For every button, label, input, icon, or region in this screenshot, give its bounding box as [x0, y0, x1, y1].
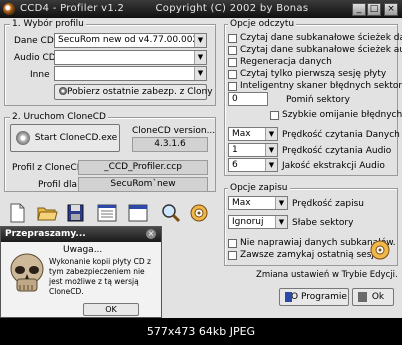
checkbox-read-audio-subchannel[interactable] [228, 46, 237, 55]
read-data-speed-label: Prędkość czytania Danych [282, 130, 400, 140]
read-audio-speed-label: Prędkość czytania Audio [282, 146, 392, 156]
window-title: CCD4 - Profiler v1.2 Copyright (C) 2002 … [20, 3, 309, 14]
list-window-icon[interactable] [96, 203, 118, 223]
save-disk-icon[interactable] [64, 203, 86, 223]
open-folder-icon[interactable] [36, 203, 58, 223]
chevron-down-icon[interactable]: ▼ [265, 128, 277, 140]
clonecd-version-value: 4.3.1.6 [132, 137, 208, 152]
close-button[interactable]: × [384, 3, 398, 16]
chevron-down-icon[interactable]: ▼ [194, 34, 206, 47]
checkbox-data-regeneration[interactable] [228, 58, 237, 67]
checkbox-fast-skip-bad-sectors[interactable] [270, 111, 279, 120]
chevron-down-icon[interactable]: ▼ [275, 216, 287, 228]
checkbox-read-data-subchannel[interactable] [228, 34, 237, 43]
dialog-heading: Uwaga... [63, 245, 103, 255]
write-speed-select[interactable]: Max ▼ [228, 196, 288, 210]
audio-cd-label: Audio CD [14, 53, 56, 63]
checkbox-always-close-session[interactable] [228, 251, 237, 260]
dialog-title-bar: Przepraszamy... × [1, 227, 161, 242]
checkbox-no-fix-subchannel[interactable] [228, 239, 237, 248]
cd-icon [16, 131, 30, 145]
app-icon [3, 3, 15, 15]
write-options-group-label: Opcje zapisu [228, 183, 290, 193]
read-audio-speed-select[interactable]: 1 ▼ [228, 143, 278, 157]
weak-sectors-label: Słabe sektory [292, 218, 354, 228]
check-icon [358, 292, 367, 302]
profile-file-label: Profil z CloneCD [12, 163, 84, 173]
start-clonecd-button[interactable]: Start CloneCD.exe [10, 124, 120, 152]
checkbox-label: Czytaj tylko pierwszą sesję płyty [240, 69, 387, 79]
cd-icon [59, 87, 67, 95]
error-dialog: Przepraszamy... × Uwaga... Wykonanie kop… [0, 226, 162, 318]
data-cd-label: Dane CD [14, 36, 54, 46]
about-button[interactable]: O Programie [279, 288, 349, 306]
run-clonecd-group-label: 2. Uruchom CloneCD [10, 112, 108, 122]
chevron-down-icon[interactable]: ▼ [265, 159, 277, 171]
audio-quality-label: Jakość ekstrakcji Audio [282, 161, 385, 171]
chevron-down-icon[interactable]: ▼ [275, 197, 287, 209]
fetch-protection-button[interactable]: Pobierz ostatnie zabezp. z Clony [54, 84, 213, 100]
checkbox-label: Inteligentny skaner błędnych sektorów [240, 81, 402, 91]
ok-label: Ok [371, 292, 385, 302]
chevron-down-icon[interactable]: ▼ [194, 51, 206, 64]
maximize-button[interactable]: □ [367, 3, 381, 16]
dialog-message: Wykonanie kopii płyty CD z tym zabezpiec… [49, 257, 151, 296]
other-select[interactable]: ▼ [54, 66, 207, 81]
audio-quality-value: 6 [232, 160, 238, 170]
chevron-down-icon[interactable]: ▼ [194, 67, 206, 80]
checkbox-label: Szybkie omijanie błędnych sektorów [282, 110, 402, 120]
checkbox-label: Czytaj dane subkanałowe ścieżek danych [240, 33, 402, 43]
cd-icon [370, 240, 390, 260]
other-label: Inne [30, 70, 50, 80]
audio-quality-select[interactable]: 6 ▼ [228, 158, 278, 172]
checkbox-first-session-only[interactable] [228, 70, 237, 79]
weak-sectors-value: Ignoruj [232, 217, 264, 227]
profile-file-value: _CCD_Profiler.ccp [78, 160, 208, 175]
minimize-button[interactable]: _ [352, 3, 366, 16]
profile-for-label: Profil dla [38, 180, 78, 190]
checkbox-label: Zawsze zamykaj ostatnią sesję [240, 250, 380, 260]
checkbox-smart-bad-sector-scanner[interactable] [228, 82, 237, 91]
read-data-speed-value: Max [232, 129, 251, 139]
checkbox-label: Czytaj dane subkanałowe ścieżek audio [240, 45, 402, 55]
image-caption: 577x473 64kb JPEG [0, 318, 402, 345]
data-cd-value: SecuRom new od v4.77.00.0029 [58, 35, 204, 45]
profile-select-group-label: 1. Wybór profilu [10, 19, 86, 29]
clonecd-version-label: CloneCD version... [132, 126, 216, 136]
weak-sectors-select[interactable]: Ignoruj ▼ [228, 215, 288, 229]
cd-icon[interactable] [188, 203, 210, 223]
title-bar: CCD4 - Profiler v1.2 Copyright (C) 2002 … [0, 0, 402, 18]
data-cd-select[interactable]: SecuRom new od v4.77.00.0029 ▼ [54, 33, 207, 48]
dialog-ok-button[interactable]: OK [83, 303, 139, 316]
new-file-icon[interactable] [6, 203, 28, 223]
write-speed-label: Prędkość zapisu [292, 199, 364, 209]
about-label: O Programie [291, 292, 347, 302]
skull-icon [10, 253, 44, 292]
info-icon [285, 292, 292, 302]
chevron-down-icon[interactable]: ▼ [265, 144, 277, 156]
fetch-protection-label: Pobierz ostatnie zabezp. z Clony [67, 87, 213, 97]
skip-sectors-input[interactable]: 0 [228, 92, 268, 106]
skip-sectors-label: Pomiń sektory [286, 95, 350, 105]
app-window: CCD4 - Profiler v1.2 Copyright (C) 2002 … [0, 0, 402, 318]
profile-for-value: SecuRom`new [78, 177, 208, 192]
start-clonecd-label: Start CloneCD.exe [34, 133, 118, 143]
write-speed-value: Max [232, 198, 251, 208]
read-options-group-label: Opcje odczytu [228, 19, 297, 29]
ok-button[interactable]: Ok [352, 288, 394, 306]
read-audio-speed-value: 1 [232, 145, 238, 155]
checkbox-label: Regeneracja danych [240, 57, 332, 67]
status-text: Zmiana ustawień w Trybie Edycji. [256, 270, 398, 280]
dialog-title: Przepraszamy... [5, 229, 86, 239]
audio-cd-select[interactable]: ▼ [54, 50, 207, 65]
window-icon[interactable] [127, 203, 149, 223]
dialog-close-icon[interactable]: × [146, 229, 156, 239]
search-icon[interactable] [160, 203, 182, 223]
read-data-speed-select[interactable]: Max ▼ [228, 127, 278, 141]
